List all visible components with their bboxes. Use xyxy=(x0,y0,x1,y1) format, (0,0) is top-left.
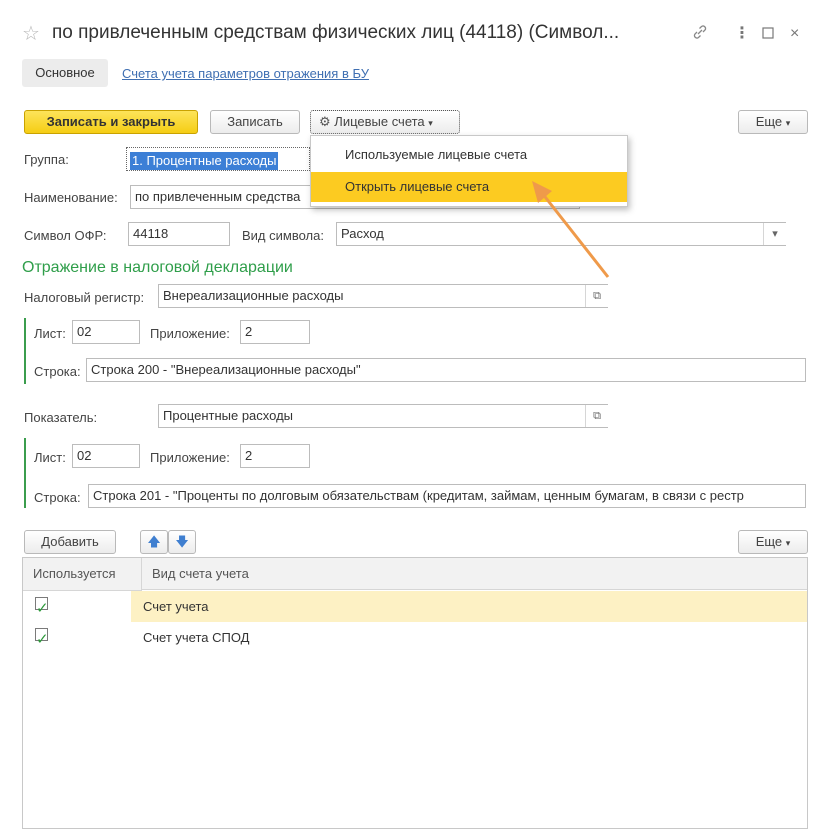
sheet1-field[interactable]: 02 xyxy=(72,320,140,344)
line1-label: Строка: xyxy=(34,364,81,379)
chevron-down-icon: ▾ xyxy=(428,118,433,128)
table-row[interactable]: ✓ Счет учета xyxy=(23,591,807,622)
open-icon[interactable]: ⧉ xyxy=(585,405,608,427)
type-cell: Счет учета СПОД xyxy=(143,630,250,645)
used-checkbox[interactable]: ✓ xyxy=(35,628,49,648)
used-cell[interactable]: ✓ xyxy=(23,591,131,622)
column-header-used[interactable]: Используется xyxy=(23,558,142,591)
menu-item-used-accounts[interactable]: Используемые лицевые счета xyxy=(311,140,627,170)
ofr-field[interactable]: 44118 xyxy=(128,222,230,246)
tab-main[interactable]: Основное xyxy=(22,59,108,87)
table-more-label: Еще xyxy=(755,534,783,549)
chevron-down-icon[interactable]: ▾ xyxy=(763,223,786,245)
type-cell: Счет учета xyxy=(131,591,807,622)
group-label: Группа: xyxy=(24,152,69,167)
table-row[interactable]: ✓ Счет учета СПОД xyxy=(23,622,807,653)
indicator-label: Показатель: xyxy=(24,410,98,425)
link-icon[interactable] xyxy=(692,24,708,46)
register-field[interactable]: Внереализационные расходы xyxy=(158,284,608,308)
group-value: 1. Процентные расходы xyxy=(130,152,279,170)
table-more-button[interactable]: Еще ▾ xyxy=(738,530,808,554)
used-cell[interactable]: ✓ xyxy=(23,622,131,653)
group-field[interactable]: 1. Процентные расходы xyxy=(126,147,310,171)
arrow-up-icon[interactable]: 🡅 xyxy=(140,530,168,554)
arrow-down-icon[interactable]: 🡇 xyxy=(168,530,196,554)
line2-label: Строка: xyxy=(34,490,81,505)
save-and-close-button[interactable]: Записать и закрыть xyxy=(24,110,198,134)
more-button[interactable]: Еще ▾ xyxy=(738,110,808,134)
chevron-down-icon: ▾ xyxy=(785,538,791,548)
line1-field[interactable]: Строка 200 - "Внереализационные расходы" xyxy=(86,358,806,382)
column-header-type[interactable]: Вид счета учета xyxy=(142,558,807,590)
indicator-field[interactable]: Процентные расходы xyxy=(158,404,608,428)
sheet2-field[interactable]: 02 xyxy=(72,444,140,468)
accounts-table: Используется Вид счета учета ✓ Счет учет… xyxy=(22,557,808,829)
sheet2-label: Лист: xyxy=(34,450,66,465)
star-icon[interactable]: ☆ xyxy=(22,22,40,46)
symbol-type-label: Вид символа: xyxy=(242,228,324,243)
group-indicator-bar xyxy=(24,318,26,384)
line2-field[interactable]: Строка 201 - "Проценты по долговым обяза… xyxy=(88,484,806,508)
used-checkbox[interactable]: ✓ xyxy=(35,597,49,617)
app2-label: Приложение: xyxy=(150,450,230,465)
gear-icon: ⚙ xyxy=(319,114,331,129)
sheet1-label: Лист: xyxy=(34,326,66,341)
add-button[interactable]: Добавить xyxy=(24,530,116,554)
window-title: по привлеченным средствам физических лиц… xyxy=(52,22,620,43)
check-icon: ✓ xyxy=(36,600,49,617)
maximize-icon[interactable] xyxy=(762,23,774,45)
arrow-annotation-icon xyxy=(532,181,610,278)
app2-field[interactable]: 2 xyxy=(240,444,310,468)
tax-section-title: Отражение в налоговой декларации xyxy=(22,259,293,276)
close-icon[interactable]: × xyxy=(790,24,799,44)
more-icon[interactable]: ⋮ xyxy=(734,24,750,44)
tab-accounts-link[interactable]: Счета учета параметров отражения в БУ xyxy=(122,66,369,81)
chevron-down-icon: ▾ xyxy=(785,118,791,128)
symbol-type-value: Расход xyxy=(341,226,384,241)
app1-field[interactable]: 2 xyxy=(240,320,310,344)
more-label: Еще xyxy=(755,114,783,129)
open-icon[interactable]: ⧉ xyxy=(585,285,608,307)
app1-label: Приложение: xyxy=(150,326,230,341)
personal-accounts-button[interactable]: ⚙ Лицевые счета ▾ xyxy=(310,110,460,134)
save-button[interactable]: Записать xyxy=(210,110,300,134)
personal-accounts-label: Лицевые счета xyxy=(334,114,425,129)
name-label: Наименование: xyxy=(24,190,118,205)
ofr-label: Символ ОФР: xyxy=(24,228,107,243)
group-indicator-bar xyxy=(24,438,26,508)
check-icon: ✓ xyxy=(36,631,49,648)
register-label: Налоговый регистр: xyxy=(24,290,145,305)
